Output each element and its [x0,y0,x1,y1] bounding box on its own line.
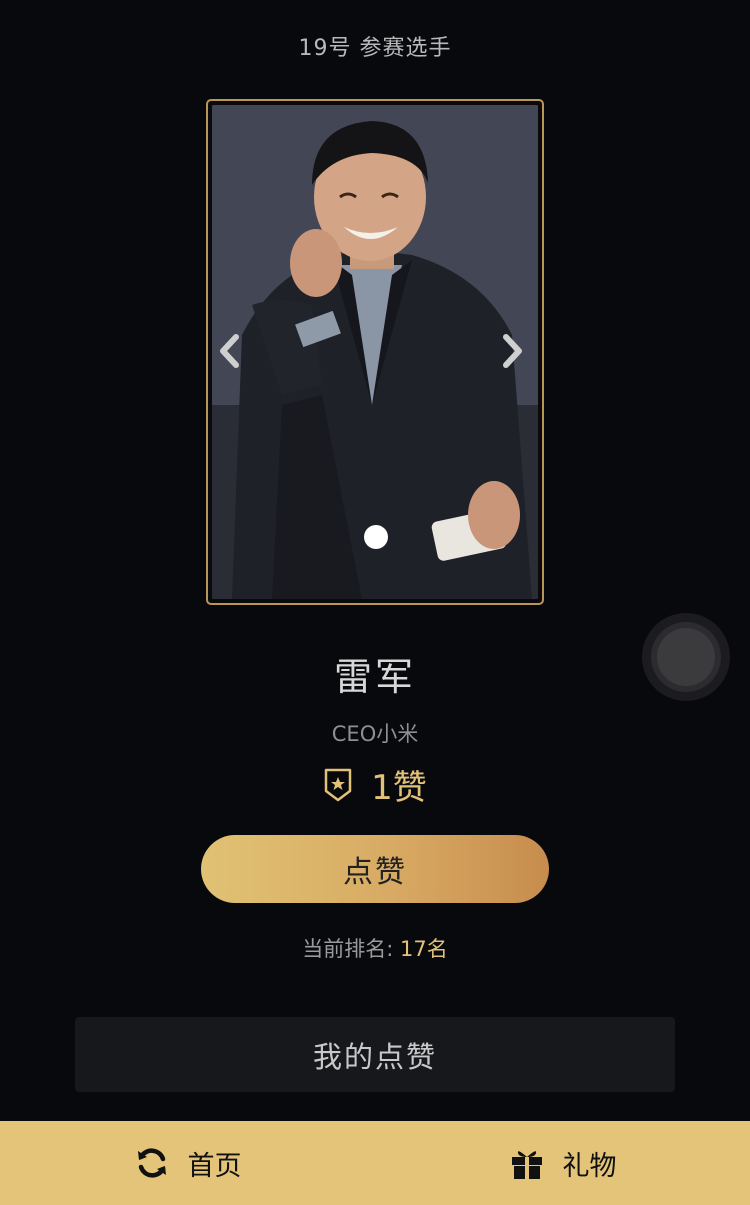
nav-home-label: 首页 [187,1150,242,1182]
carousel-indicator-dot[interactable] [364,525,388,549]
badge-star-icon [323,767,353,803]
bottom-nav: 首页 礼物 [0,1121,750,1205]
photo-carousel[interactable] [206,99,544,605]
rank-label: 当前排名: [302,937,394,961]
current-rank: 当前排名: 17名 [0,933,750,963]
likes-count: 1赞 [371,768,427,808]
nav-home[interactable]: 首页 [0,1121,375,1205]
refresh-icon [134,1145,170,1181]
nav-gift-label: 礼物 [562,1150,617,1182]
rank-value: 17名 [400,937,448,961]
contestant-name: 雷军 [333,655,416,699]
carousel-next-button[interactable] [502,333,532,377]
like-button[interactable]: 点赞 [201,835,549,903]
gift-icon [509,1146,545,1180]
contestant-title: CEO小米 [331,722,419,746]
nav-gift[interactable]: 礼物 [375,1121,750,1205]
page-title: 19号 参赛选手 [298,36,452,61]
likes-display: 1赞 [0,760,750,809]
carousel-prev-button[interactable] [218,333,248,377]
my-likes-button[interactable]: 我的点赞 [75,1017,675,1092]
contestant-photo [212,105,538,599]
